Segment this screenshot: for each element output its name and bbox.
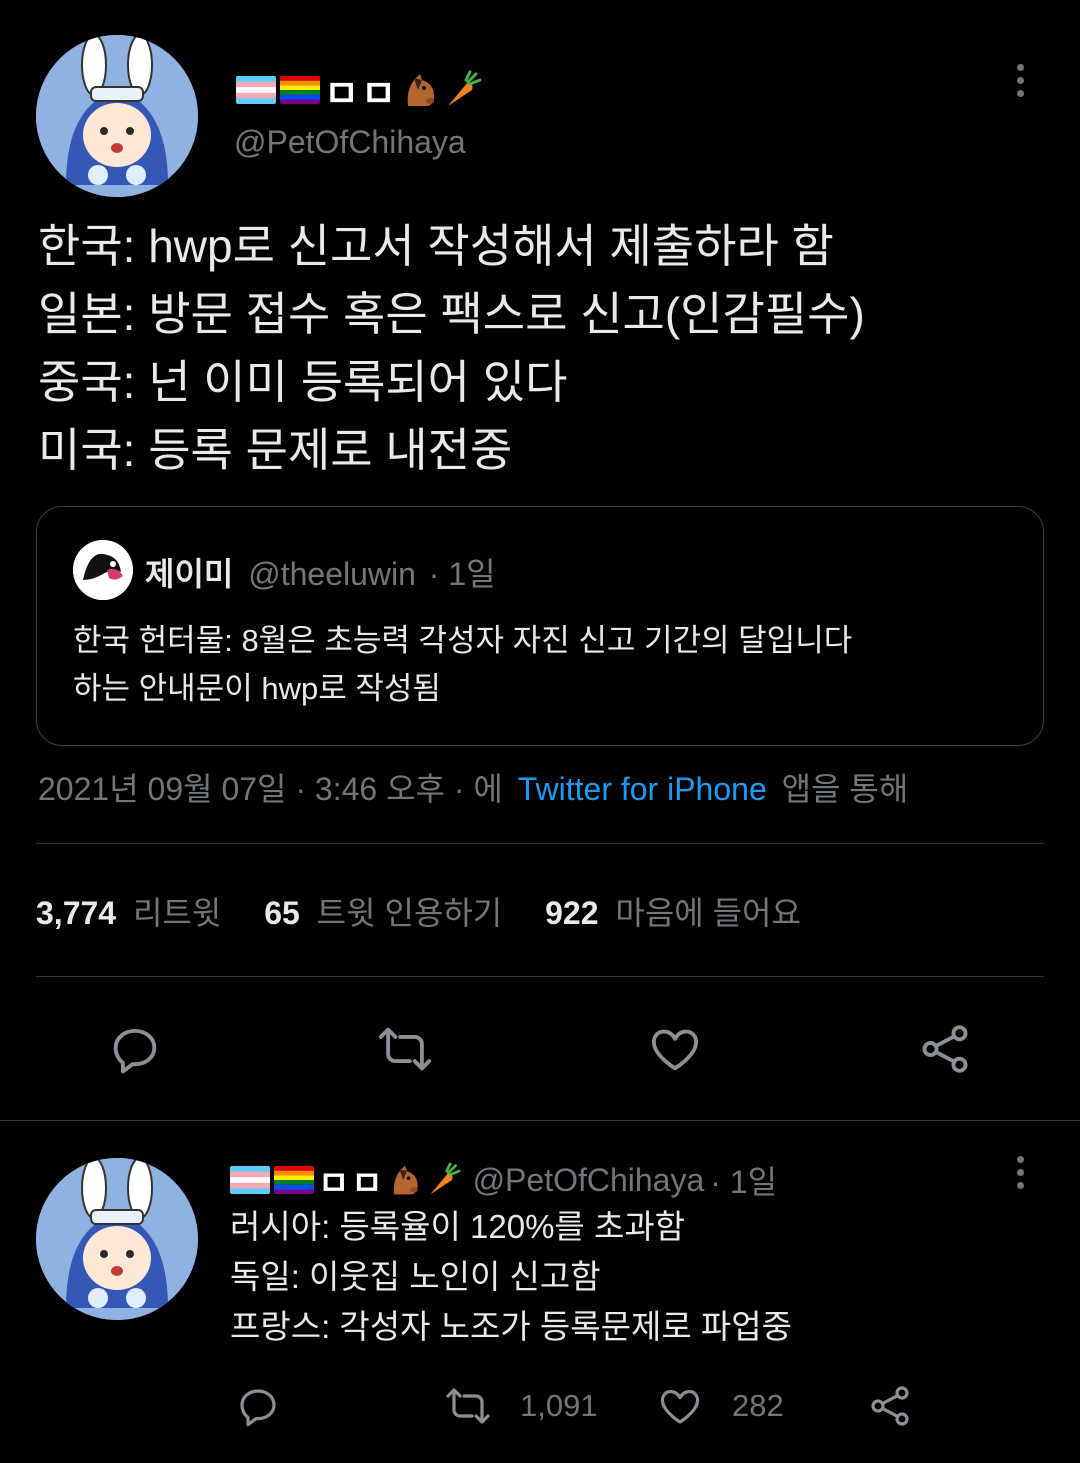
more-vertical-icon[interactable] <box>1012 1156 1028 1189</box>
quotes-label: 트윗 인용하기 <box>316 895 503 931</box>
share-icon[interactable] <box>866 1382 914 1430</box>
retweets-count: 3,774 <box>36 895 117 931</box>
divider <box>36 843 1044 844</box>
reply-icon[interactable] <box>106 1020 164 1078</box>
section-divider <box>0 1120 1080 1121</box>
quote-time: · 1일 <box>428 556 496 592</box>
heart-icon[interactable] <box>656 1382 704 1430</box>
reply-time[interactable]: · 1일 <box>710 1157 777 1203</box>
quote-line: 하는 안내문이 hwp로 작성됨 <box>73 671 441 706</box>
reply-display-name-text[interactable]: ㅁㅁ <box>318 1156 385 1205</box>
heart-icon[interactable] <box>646 1020 704 1078</box>
reply-header: ㅁㅁ @PetOfChihaya · 1일 <box>230 1156 777 1205</box>
tweet-line: 한국: hwp로 신고서 작성해서 제출하라 함 <box>38 220 834 272</box>
reply-line: 독일: 이웃집 노인이 신고함 <box>230 1258 601 1295</box>
main-avatar[interactable] <box>36 35 198 197</box>
reply-body: 러시아: 등록율이 120%를 초과함 독일: 이웃집 노인이 신고함 프랑스:… <box>230 1202 1030 1352</box>
quotes-count: 65 <box>264 895 300 931</box>
retweet-icon[interactable] <box>442 1382 494 1430</box>
reply-retweet-count: 1,091 <box>520 1388 598 1423</box>
likes-label: 마음에 들어요 <box>615 895 801 931</box>
reply-like-count: 282 <box>732 1388 784 1423</box>
retweet-icon[interactable] <box>374 1020 436 1078</box>
more-vertical-icon[interactable] <box>1012 64 1028 97</box>
trans-flag-icon <box>230 1166 270 1194</box>
quoted-tweet-card[interactable]: 제이미 @theeluwin · 1일 한국 헌터물: 8월은 초능력 각성자 … <box>36 506 1044 746</box>
quote-author-handle: @theeluwin <box>248 556 416 592</box>
quote-line: 한국 헌터물: 8월은 초능력 각성자 자진 신고 기간의 달입니다 <box>73 623 853 658</box>
tweet-source-link[interactable]: Twitter for iPhone <box>518 771 767 807</box>
rainbow-flag-icon <box>280 76 320 104</box>
tweet-stats: 3,774 리트윗 65 트윗 인용하기 922 마음에 들어요 <box>36 888 801 934</box>
likes-stat[interactable]: 922 마음에 들어요 <box>545 895 801 931</box>
display-name-text: ㅁㅁ <box>324 73 398 116</box>
quotes-stat[interactable]: 65 트윗 인용하기 <box>264 895 511 931</box>
tweet-line: 일본: 방문 접수 혹은 팩스로 신고(인감필수) <box>38 288 865 340</box>
main-display-name[interactable]: ㅁㅁ <box>236 68 482 116</box>
reply-line: 프랑스: 각성자 노조가 등록문제로 파업중 <box>230 1308 792 1345</box>
tweet-line: 중국: 넌 이미 등록되어 있다 <box>38 356 568 408</box>
tweet-datetime[interactable]: 2021년 09월 07일 · 3:46 오후 · 에 <box>38 771 503 807</box>
retweets-stat[interactable]: 3,774 리트윗 <box>36 895 230 931</box>
reply-avatar[interactable] <box>36 1158 198 1320</box>
quote-avatar <box>73 540 133 600</box>
likes-count: 922 <box>545 895 599 931</box>
carrot-icon <box>425 1162 461 1198</box>
horse-face-icon <box>400 70 440 110</box>
rainbow-flag-icon <box>274 1166 314 1194</box>
share-icon[interactable] <box>916 1020 974 1078</box>
carrot-icon <box>442 70 482 110</box>
tweet-body: 한국: hwp로 신고서 작성해서 제출하라 함 일본: 방문 접수 혹은 팩스… <box>38 212 1048 484</box>
horse-face-icon <box>387 1162 423 1198</box>
quote-text: 한국 헌터물: 8월은 초능력 각성자 자진 신고 기간의 달입니다 하는 안내… <box>73 617 852 713</box>
trans-flag-icon <box>236 76 276 104</box>
main-handle[interactable]: @PetOfChihaya <box>234 124 466 161</box>
divider <box>36 976 1044 977</box>
tweet-line: 미국: 등록 문제로 내전중 <box>38 424 513 476</box>
reply-icon[interactable] <box>234 1382 282 1430</box>
retweets-label: 리트윗 <box>132 895 222 931</box>
reply-handle[interactable]: @PetOfChihaya <box>473 1162 705 1199</box>
tweet-source-suffix: 앱을 통해 <box>781 771 909 807</box>
tweet-timestamp-line: 2021년 09월 07일 · 3:46 오후 · 에 Twitter for … <box>38 764 908 810</box>
quote-author-name: 제이미 <box>145 556 234 592</box>
reply-line: 러시아: 등록율이 120%를 초과함 <box>230 1208 686 1245</box>
